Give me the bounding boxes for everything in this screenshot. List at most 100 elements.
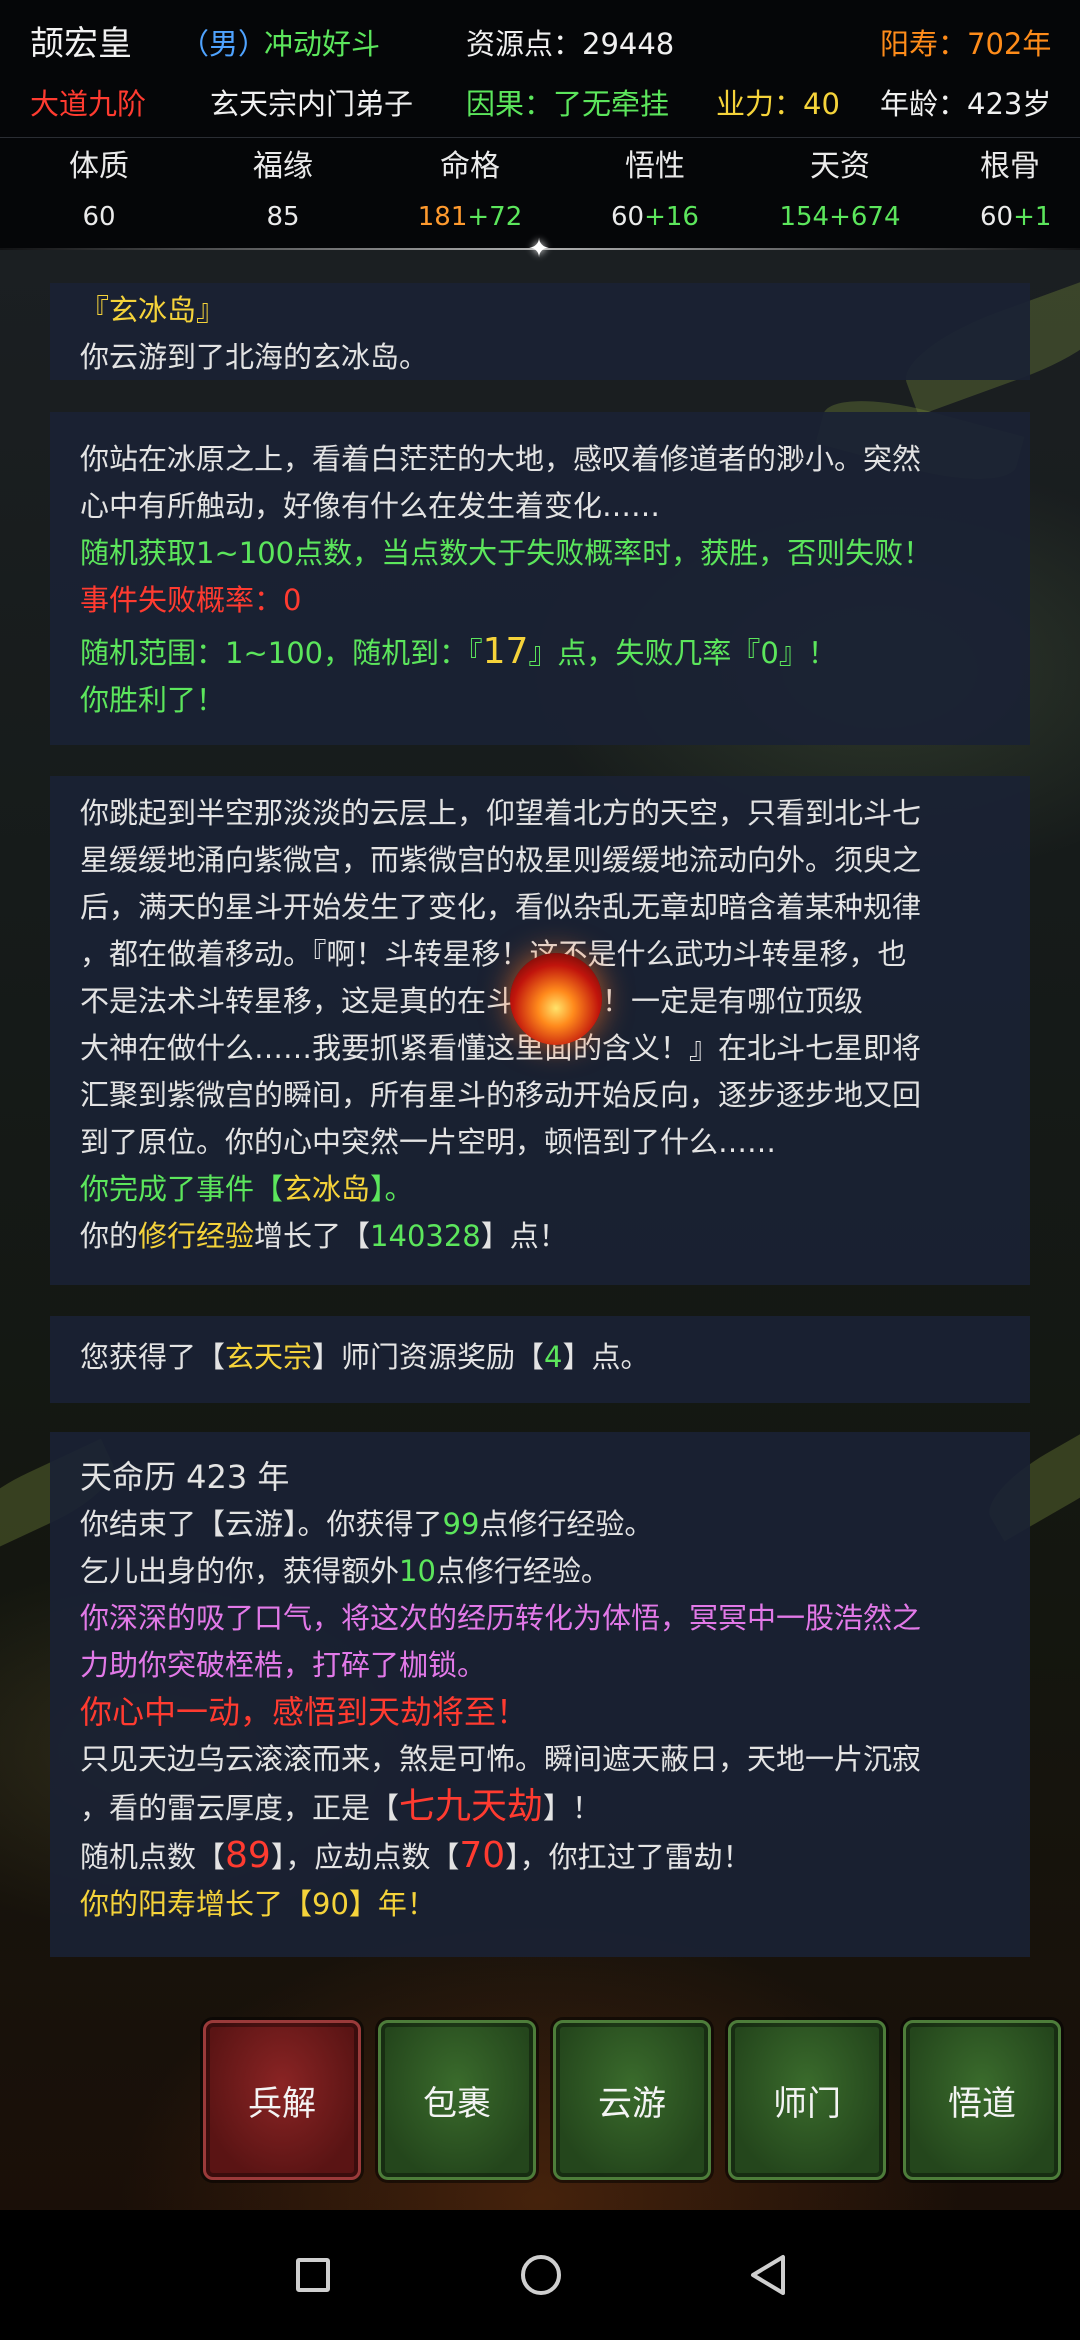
text-span: 70 xyxy=(459,1835,506,1876)
stat-value: 85 xyxy=(266,202,300,232)
stat-fortune: 福缘 85 xyxy=(193,145,373,239)
log-line: 汇聚到紫微宫的瞬间，所有星斗的移动开始反向，逐步逐步地又回 xyxy=(80,1078,922,1112)
home-button[interactable] xyxy=(511,2245,571,2305)
character-name: 颉宏皇 xyxy=(30,24,132,64)
text-span: ，看的雷云厚度，正是【 xyxy=(80,1791,400,1825)
system-nav-bar xyxy=(0,2210,1080,2340)
stat-label: 命格 xyxy=(440,149,500,184)
log-line: 你站在冰原之上，看着白茫茫的大地，感叹着修道者的渺小。突然 xyxy=(80,442,922,476)
event-complete: 你完成了事件【玄冰岛】。 xyxy=(80,1166,1000,1213)
log-line: 只见天边乌云滚滚而来，煞是可怖。瞬间遮天蔽日，天地一片沉寂 xyxy=(80,1742,922,1776)
gender: （男） xyxy=(180,27,268,61)
stat-comprehension: 悟性 60+16 xyxy=(565,145,745,239)
stat-label: 悟性 xyxy=(625,149,685,184)
header-row-1: 颉宏皇 （男） 冲动好斗 资源点：29448 阳寿：702年 xyxy=(0,22,1080,66)
back-button[interactable] xyxy=(739,2245,799,2305)
age: 年龄：423岁 xyxy=(880,87,1052,121)
text-span: 你结束了【云游】。你获得了 xyxy=(80,1507,443,1541)
text-span: 】点！ xyxy=(480,1219,568,1253)
text-span: 89 xyxy=(225,1835,271,1876)
dissolve-button[interactable]: 兵解 xyxy=(203,2020,361,2180)
square-icon xyxy=(296,2258,330,2292)
bag-button[interactable]: 包裹 xyxy=(378,2020,536,2180)
log-card-year-summary: 天命历 423 年你结束了【云游】。你获得了99点修行经验。 乞儿出身的你，获得额… xyxy=(50,1432,1030,1957)
stat-value: 60 xyxy=(82,202,116,232)
text-span: 随机点数【 xyxy=(80,1840,226,1874)
recent-apps-button[interactable] xyxy=(283,2245,343,2305)
text-span: 玄天宗 xyxy=(225,1340,313,1374)
text-span: 你的 xyxy=(80,1219,139,1253)
attribute-stats: 体质 60 福缘 85 命格 181+72 悟性 60+16 天资 154+67… xyxy=(0,145,1080,245)
fail-rate: 事件失败概率：0 xyxy=(80,583,302,617)
stat-label: 福缘 xyxy=(253,149,313,184)
text-span: 点修行经验。 xyxy=(479,1507,654,1541)
text-span: 】点。 xyxy=(562,1340,650,1374)
sect-button[interactable]: 师门 xyxy=(728,2020,886,2180)
text-span: 点修行经验。 xyxy=(435,1554,610,1588)
log-line: ，看的雷云厚度，正是【七九天劫】！ xyxy=(80,1783,1000,1832)
header-row-2: 大道九阶 玄天宗内门弟子 因果：了无牵挂 业力：40 年龄：423岁 xyxy=(0,82,1080,126)
back-triangle-icon xyxy=(751,2255,785,2295)
lifespan-gain: 你的阳寿增长了【90】年！ xyxy=(80,1887,436,1921)
event-log[interactable]: 『玄冰岛』 你云游到了北海的玄冰岛。你站在冰原之上，看着白茫茫的大地，感叹着修道者… xyxy=(0,250,1080,1980)
divider xyxy=(0,137,1080,138)
tribulation-warning: 你心中一动，感悟到天劫将至！ xyxy=(80,1693,529,1731)
character-header: 颉宏皇 （男） 冲动好斗 资源点：29448 阳寿：702年 大道九阶 玄天宗内… xyxy=(0,0,1080,250)
lifespan: 阳寿：702年 xyxy=(880,27,1052,61)
stat-label: 体质 xyxy=(69,149,129,184)
log-card-sect-reward: 您获得了【玄天宗】师门资源奖励【4】点。 xyxy=(50,1316,1030,1403)
karma-power: 业力：40 xyxy=(716,87,840,121)
log-line: 后，满天的星斗开始发生了变化，看似杂乱无章却暗含着某种规律 xyxy=(80,890,922,924)
tribulation-roll: 随机点数【89】，应劫点数【70】，你扛过了雷劫！ xyxy=(80,1832,1000,1881)
text-span: 随机范围：1~100，随机到：『 xyxy=(80,636,483,670)
log-line: 力助你突破桎梏，打碎了枷锁。 xyxy=(80,1648,487,1682)
text-span: 4 xyxy=(544,1340,563,1374)
stat-bone: 根骨 60+1 xyxy=(930,145,1080,239)
text-span: 你完成了事件【 xyxy=(80,1172,284,1206)
year-title: 天命历 423 年 xyxy=(80,1458,290,1496)
text-span: 99 xyxy=(442,1507,480,1541)
enlighten-button[interactable]: 悟道 xyxy=(903,2020,1061,2180)
text-span: 玄冰岛 xyxy=(283,1172,371,1206)
floating-lantern-icon[interactable] xyxy=(510,953,602,1045)
text-span: 】！ xyxy=(543,1791,602,1825)
text-span: 』点，失败几率『0』！ xyxy=(528,636,837,670)
text-span: 】，你扛过了雷劫！ xyxy=(505,1840,752,1874)
exp-gain: 你的修行经验增长了【140328】点！ xyxy=(80,1213,1000,1260)
log-card-challenge: 你站在冰原之上，看着白茫茫的大地，感叹着修道者的渺小。突然 心中有所触动，好像有什… xyxy=(50,412,1030,745)
stat-value: 60+16 xyxy=(611,202,699,232)
text-span: 】，应劫点数【 xyxy=(270,1840,460,1874)
circle-icon xyxy=(521,2255,561,2295)
stat-value: 154+674 xyxy=(779,202,901,232)
text-span: 】师门资源奖励【 xyxy=(312,1340,545,1374)
sect-reward: 您获得了【玄天宗】师门资源奖励【4】点。 xyxy=(80,1334,1000,1381)
log-line: 你结束了【云游】。你获得了99点修行经验。 xyxy=(80,1501,1000,1548)
resource-points: 资源点：29448 xyxy=(466,27,675,61)
text-span: 10 xyxy=(399,1554,436,1588)
roll-result: 随机范围：1~100，随机到：『17』点，失败几率『0』！ xyxy=(80,628,1000,677)
stat-destiny: 命格 181+72 xyxy=(380,145,560,239)
stat-talent: 天资 154+674 xyxy=(750,145,930,239)
text-span: 17 xyxy=(482,631,529,672)
log-line: 乞儿出身的你，获得额外10点修行经验。 xyxy=(80,1548,1000,1595)
log-line: 随机获取1~100点数，当点数大于失败概率时，获胜，否则失败！ xyxy=(80,536,933,570)
karma: 因果：了无牵挂 xyxy=(466,87,670,121)
text-span: 修行经验 xyxy=(138,1219,255,1253)
text-span: 乞儿出身的你，获得额外 xyxy=(80,1554,400,1588)
stat-label: 天资 xyxy=(810,149,870,184)
travel-button[interactable]: 云游 xyxy=(553,2020,711,2180)
personality: 冲动好斗 xyxy=(264,27,381,61)
victory-text: 你胜利了！ xyxy=(80,683,226,717)
text-span: 140328 xyxy=(370,1219,481,1253)
stat-value: 181+72 xyxy=(417,202,523,232)
log-card-travel: 『玄冰岛』 你云游到了北海的玄冰岛。 xyxy=(50,283,1030,380)
realm: 大道九阶 xyxy=(30,87,147,121)
sect-role: 玄天宗内门弟子 xyxy=(210,87,414,121)
text-span: 】。 xyxy=(370,1172,414,1206)
log-line: 星缓缓地涌向紫微宫，而紫微宫的极星则缓缓地流动向外。须臾之 xyxy=(80,843,922,877)
log-line: 你云游到了北海的玄冰岛。 xyxy=(80,340,429,374)
text-span: 七九天劫 xyxy=(399,1786,544,1827)
stat-value: 60+1 xyxy=(980,202,1052,232)
log-line: 到了原位。你的心中突然一片空明，顿悟到了什么…… xyxy=(80,1125,777,1159)
action-bar: 兵解 包裹 云游 师门 悟道 xyxy=(0,2020,1080,2190)
